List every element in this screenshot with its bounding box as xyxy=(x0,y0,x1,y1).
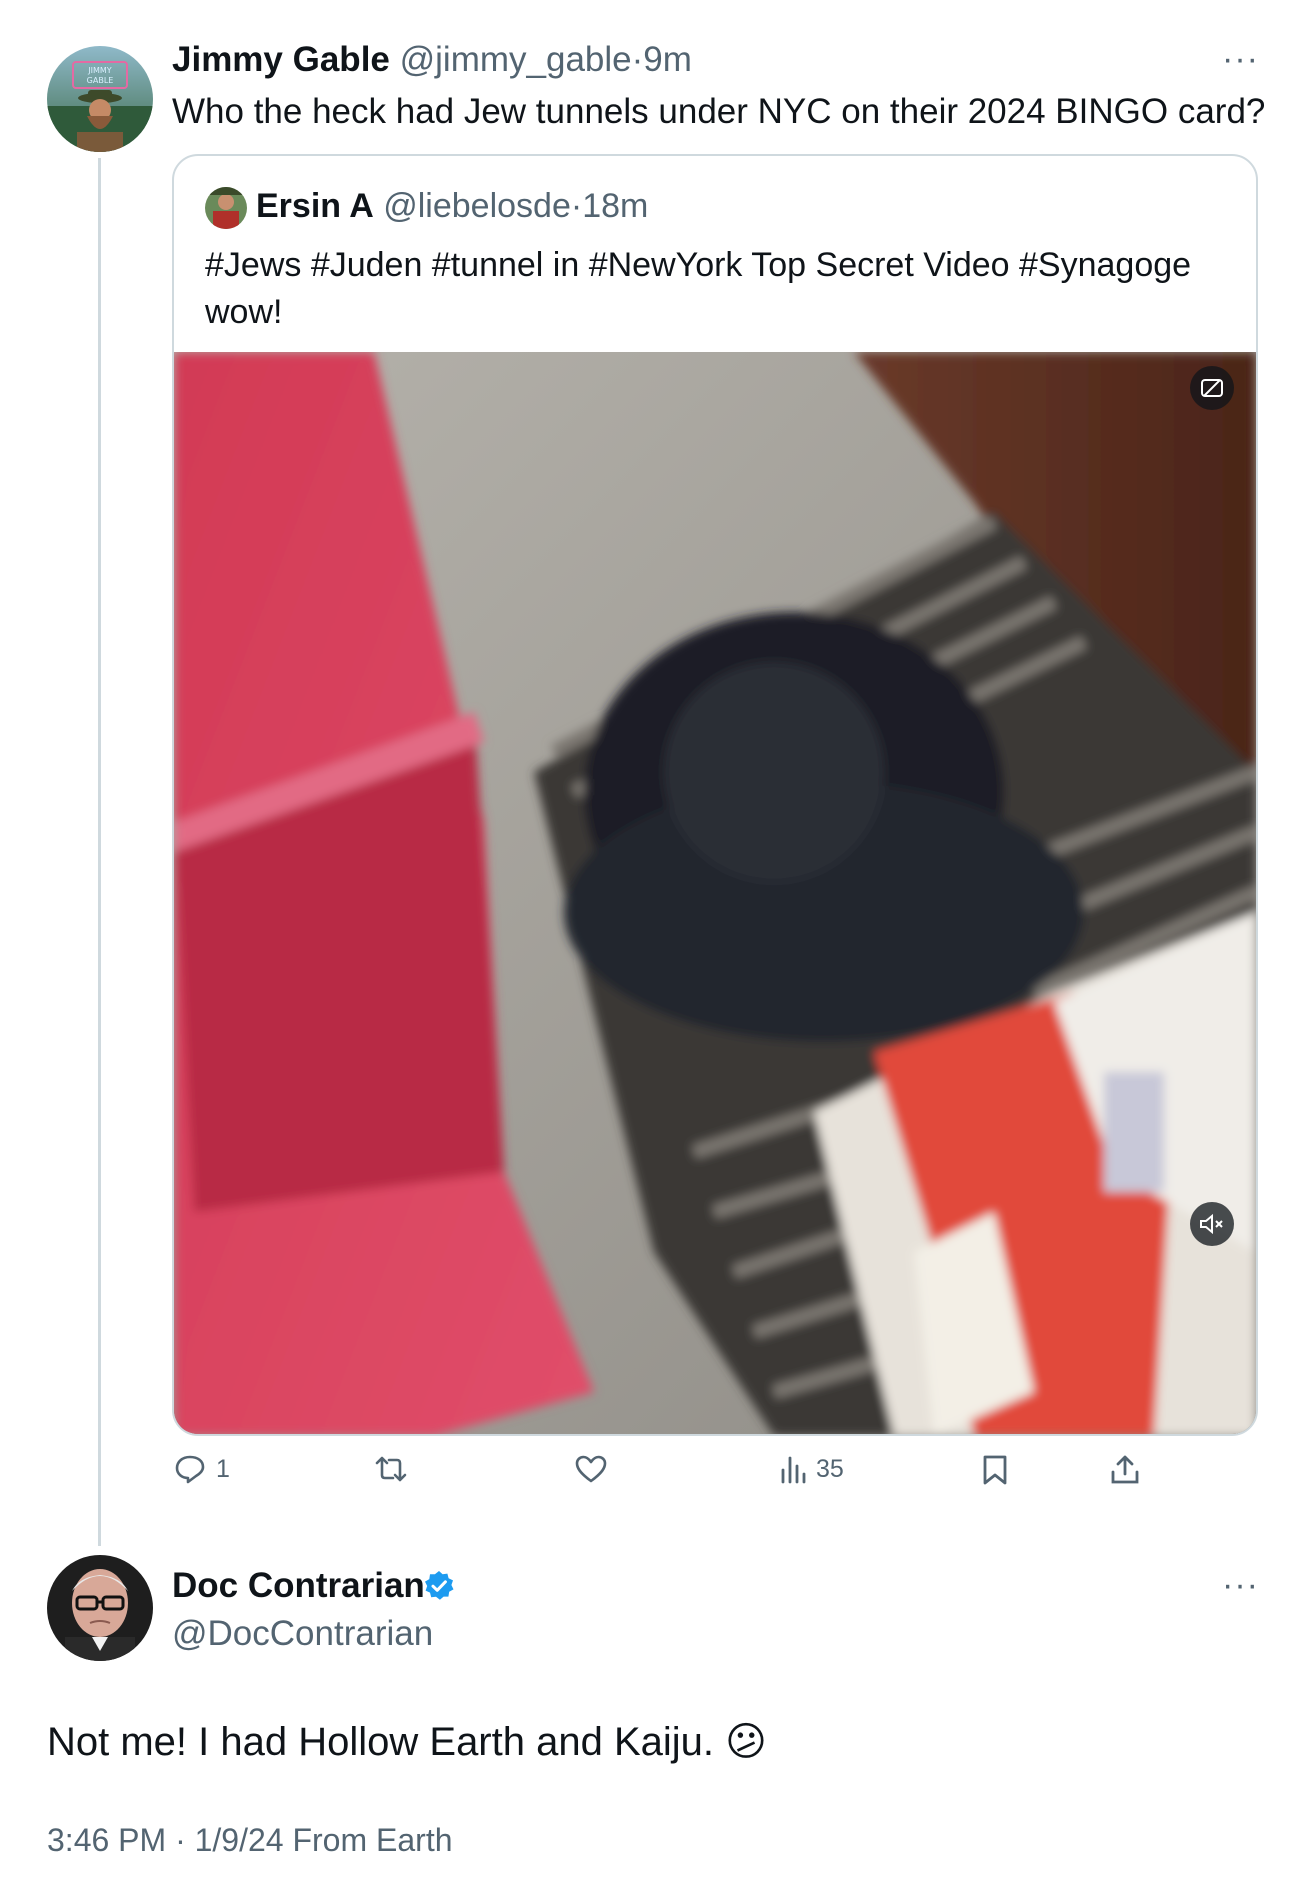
author-avatar[interactable]: JIMMY GABLE xyxy=(47,46,153,152)
captions-glyph xyxy=(1201,379,1223,397)
quoted-tweet[interactable]: Ersin A @liebelosde·18m #Jews #Juden #tu… xyxy=(172,154,1258,1436)
quoted-text-line-1: #Jews #Juden #tunnel in #NewYork Top Sec… xyxy=(205,246,1192,284)
svg-text:GABLE: GABLE xyxy=(87,76,114,85)
separator-dot: · xyxy=(631,40,644,79)
reply-author-avatar[interactable] xyxy=(47,1555,153,1661)
author-name[interactable]: Jimmy Gable xyxy=(172,40,390,79)
quoted-avatar-image xyxy=(205,187,247,229)
tweet-header: Jimmy Gable @jimmy_gable·9m xyxy=(172,38,692,82)
reply-icon xyxy=(175,1455,205,1484)
video-player[interactable] xyxy=(174,352,1256,1434)
share-action[interactable] xyxy=(1110,1454,1140,1486)
reply-action[interactable]: 1 xyxy=(174,1454,230,1484)
tweet-text: Who the heck had Jew tunnels under NYC o… xyxy=(172,92,1266,131)
avatar-image: JIMMY GABLE xyxy=(47,46,153,152)
bookmark-action[interactable] xyxy=(982,1454,1008,1486)
views-chart-icon xyxy=(781,1456,806,1484)
views-action[interactable]: 35 xyxy=(780,1454,844,1484)
repost-icon xyxy=(375,1456,407,1482)
heart-icon xyxy=(575,1455,607,1483)
like-action[interactable] xyxy=(575,1454,617,1484)
quoted-tweet-header: Ersin A @liebelosde·18m xyxy=(256,184,648,228)
quoted-tweet-time[interactable]: 18m xyxy=(582,187,648,225)
quoted-tweet-text: #Jews #Juden #tunnel in #NewYork Top Sec… xyxy=(205,242,1235,336)
svg-text:JIMMY: JIMMY xyxy=(87,66,112,75)
mute-icon[interactable] xyxy=(1190,1202,1234,1246)
reply-more-options-icon[interactable]: ··· xyxy=(1222,1566,1259,1605)
reply-avatar-image xyxy=(47,1555,153,1661)
verified-badge-glyph xyxy=(425,1571,454,1600)
more-options-icon[interactable]: ··· xyxy=(1222,40,1259,79)
quoted-text-line-2: wow! xyxy=(205,293,283,331)
share-icon xyxy=(1111,1455,1139,1484)
views-count: 35 xyxy=(816,1454,844,1483)
captions-icon[interactable] xyxy=(1190,366,1234,410)
thread-connector xyxy=(98,158,101,1546)
video-frame xyxy=(174,352,1256,1434)
author-handle[interactable]: @jimmy_gable xyxy=(400,40,632,79)
reply-timestamp[interactable]: 3:46 PM · 1/9/24 From Earth xyxy=(47,1822,453,1859)
reply-author-handle[interactable]: @DocContrarian xyxy=(172,1612,433,1656)
reply-author-name[interactable]: Doc Contrarian xyxy=(172,1566,425,1605)
reply-text: Not me! I had Hollow Earth and Kaiju. 😕 xyxy=(47,1720,767,1764)
reply-count: 1 xyxy=(216,1454,230,1483)
verified-badge-icon[interactable] xyxy=(423,1570,455,1602)
bookmark-icon xyxy=(983,1455,1007,1485)
quoted-author-handle[interactable]: @liebelosde xyxy=(383,187,571,225)
reply-header: Doc Contrarian xyxy=(172,1564,425,1608)
tweet-time[interactable]: 9m xyxy=(643,40,692,79)
quoted-author-name[interactable]: Ersin A xyxy=(256,187,374,225)
separator-dot: · xyxy=(570,187,583,225)
repost-action[interactable] xyxy=(374,1454,418,1484)
quoted-author-avatar[interactable] xyxy=(205,187,247,229)
speaker-muted-glyph xyxy=(1200,1213,1223,1235)
